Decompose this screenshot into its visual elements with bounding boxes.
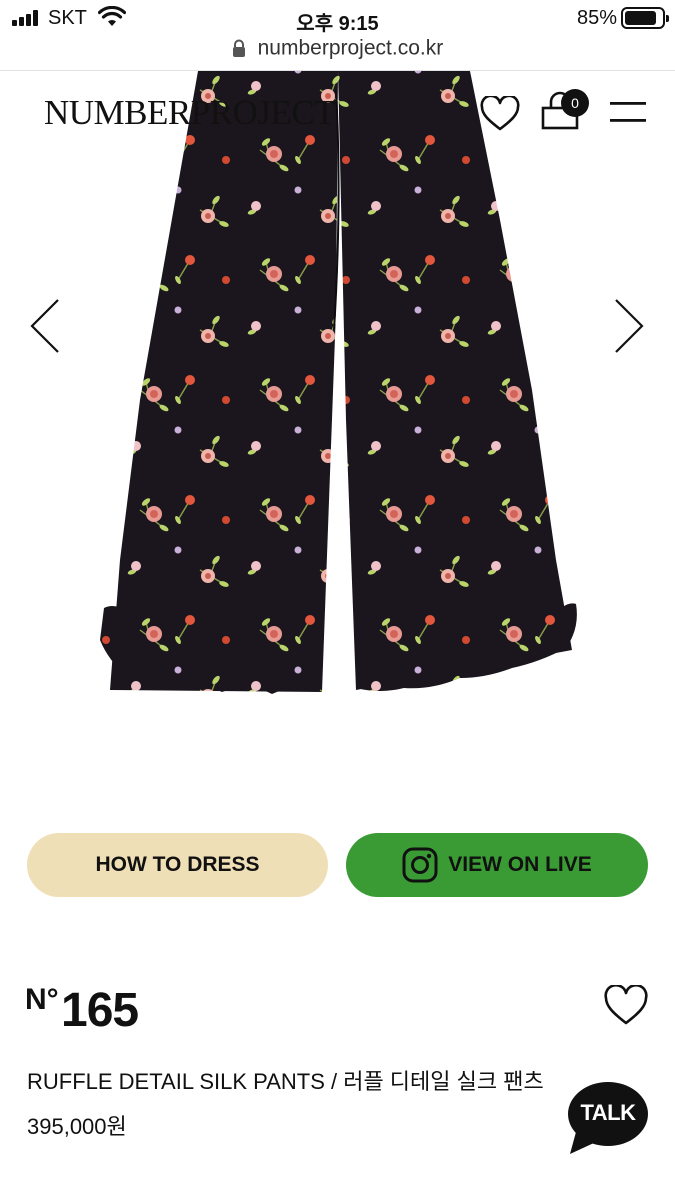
brand-logo[interactable]: NUMBERPROJECT: [44, 93, 336, 133]
product-price: 395,000원: [27, 1114, 127, 1139]
chevron-right-icon[interactable]: [612, 296, 646, 356]
product-name: RUFFLE DETAIL SILK PANTS / 러플 디테일 실크 팬츠: [27, 1069, 544, 1094]
number-value: 165: [61, 984, 139, 1037]
instagram-icon: [402, 847, 438, 883]
clock: 오후 9:15: [296, 13, 379, 35]
chevron-left-icon[interactable]: [28, 296, 62, 356]
battery-percent: 85%: [576, 7, 617, 29]
view-on-live-label: VIEW ON LIVE: [448, 853, 592, 876]
menu-icon[interactable]: [608, 100, 648, 126]
view-on-live-button[interactable]: VIEW ON LIVE: [346, 833, 648, 897]
status-bar: SKT 오후 9:15 85%: [0, 0, 675, 36]
product-image: [0, 71, 675, 761]
url-text: numberproject.co.kr: [257, 36, 444, 60]
pants-illustration: [100, 71, 577, 694]
wishlist-heart-icon[interactable]: [480, 94, 520, 132]
number-prefix: N°: [25, 983, 59, 1016]
battery-icon: [621, 7, 669, 29]
address-bar[interactable]: numberproject.co.kr: [0, 36, 675, 70]
how-to-dress-button[interactable]: HOW TO DRESS: [27, 833, 328, 897]
cart-count-badge: 0: [561, 89, 589, 117]
how-to-dress-label: HOW TO DRESS: [95, 853, 260, 876]
lock-icon: [232, 39, 245, 58]
add-to-wishlist-heart-icon[interactable]: [603, 983, 649, 1027]
kakao-talk-button[interactable]: TALK: [566, 1080, 650, 1156]
talk-label: TALK: [580, 1100, 636, 1125]
